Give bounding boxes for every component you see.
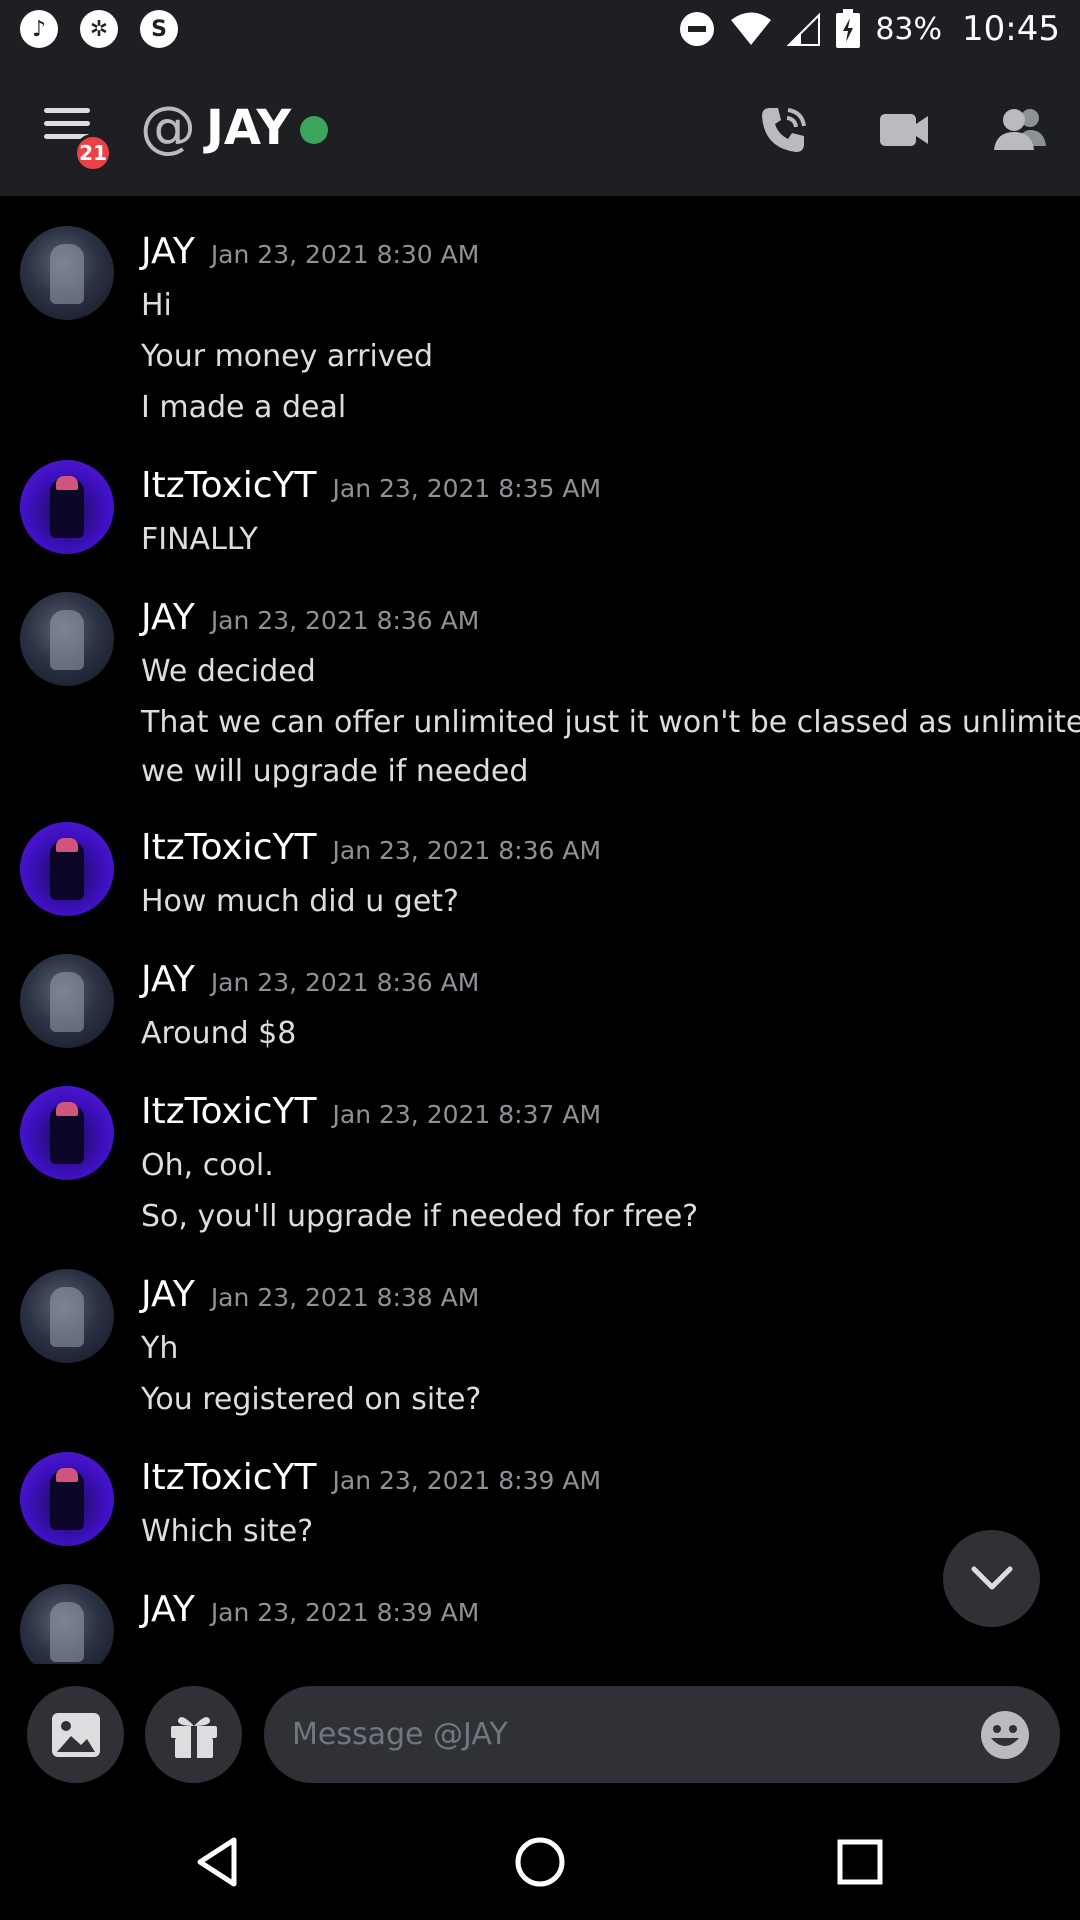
message-text: Which site? — [141, 1514, 314, 1549]
message-text: That we can offer unlimited just it won'… — [141, 705, 1080, 740]
video-call-icon[interactable] — [876, 102, 932, 158]
message-text: Your money arrived — [141, 339, 434, 374]
clock: 10:45 — [962, 9, 1060, 49]
tiktok-icon: ♪ — [20, 10, 58, 48]
wifi-icon — [731, 12, 772, 45]
status-bar: ♪ ✲ S 83% 10:45 — [0, 0, 1080, 58]
message-text: we will upgrade if needed — [141, 754, 529, 789]
status-left: ♪ ✲ S — [20, 10, 178, 48]
author-name[interactable]: JAY — [141, 231, 195, 272]
avatar[interactable] — [20, 1269, 114, 1363]
message-author[interactable]: JAY Jan 23, 2021 8:39 AM — [141, 1588, 479, 1635]
gift-icon — [170, 1716, 217, 1758]
at-icon: @ — [140, 95, 196, 160]
attach-image-button[interactable] — [27, 1686, 124, 1783]
message-text: You registered on site? — [141, 1382, 482, 1417]
message-text: Hi — [141, 288, 172, 323]
message-text: Oh, cool. — [141, 1148, 274, 1183]
signal-icon — [787, 12, 821, 46]
message-list[interactable]: JAY Jan 23, 2021 8:30 AM Hi Your money ar… — [0, 196, 1080, 1664]
message-timestamp: Jan 23, 2021 8:35 AM — [332, 474, 602, 503]
message-timestamp: Jan 23, 2021 8:36 AM — [210, 606, 480, 635]
avatar[interactable] — [20, 1584, 114, 1664]
message-timestamp: Jan 23, 2021 8:30 AM — [210, 240, 480, 269]
message-text: We decided — [141, 654, 316, 689]
author-name[interactable]: ItzToxicYT — [141, 827, 317, 868]
message-author[interactable]: ItzToxicYT Jan 23, 2021 8:39 AM — [141, 1456, 601, 1503]
jump-to-bottom-button[interactable] — [943, 1530, 1040, 1627]
message-timestamp: Jan 23, 2021 8:36 AM — [210, 968, 480, 997]
message-author[interactable]: ItzToxicYT Jan 23, 2021 8:36 AM — [141, 826, 601, 873]
truncated-link[interactable] — [141, 1640, 501, 1648]
hamburger-icon — [44, 108, 90, 113]
voice-call-icon[interactable] — [756, 102, 812, 158]
members-icon[interactable] — [992, 102, 1048, 158]
message-author[interactable]: JAY Jan 23, 2021 8:30 AM — [141, 230, 479, 277]
avatar[interactable] — [20, 460, 114, 554]
message-author[interactable]: JAY Jan 23, 2021 8:36 AM — [141, 958, 479, 1005]
shazam-icon: S — [140, 10, 178, 48]
avatar[interactable] — [20, 592, 114, 686]
message-text: FINALLY — [141, 522, 258, 557]
message-text: How much did u get? — [141, 884, 459, 919]
recents-icon[interactable] — [830, 1832, 890, 1892]
channel-title[interactable]: JAY — [206, 98, 291, 158]
home-icon[interactable] — [510, 1832, 570, 1892]
message-author[interactable]: ItzToxicYT Jan 23, 2021 8:35 AM — [141, 464, 601, 511]
battery-icon — [836, 9, 861, 48]
message-author[interactable]: JAY Jan 23, 2021 8:38 AM — [141, 1273, 479, 1320]
aperture-icon: ✲ — [80, 10, 118, 48]
author-name[interactable]: ItzToxicYT — [141, 1091, 317, 1132]
avatar[interactable] — [20, 954, 114, 1048]
message-timestamp: Jan 23, 2021 8:36 AM — [332, 836, 602, 865]
notification-badge: 21 — [74, 134, 112, 172]
emoji-icon[interactable] — [980, 1710, 1030, 1760]
message-timestamp: Jan 23, 2021 8:39 AM — [332, 1466, 602, 1495]
author-name[interactable]: JAY — [141, 597, 195, 638]
author-name[interactable]: ItzToxicYT — [141, 1457, 317, 1498]
avatar[interactable] — [20, 1452, 114, 1546]
message-timestamp: Jan 23, 2021 8:38 AM — [210, 1283, 480, 1312]
avatar[interactable] — [20, 1086, 114, 1180]
message-input-container — [264, 1686, 1060, 1783]
message-timestamp: Jan 23, 2021 8:37 AM — [332, 1100, 602, 1129]
online-status-icon — [300, 116, 328, 144]
author-name[interactable]: ItzToxicYT — [141, 465, 317, 506]
gift-button[interactable] — [145, 1686, 242, 1783]
chevron-down-icon — [971, 1566, 1012, 1589]
message-text: So, you'll upgrade if needed for free? — [141, 1199, 699, 1234]
message-text: I made a deal — [141, 390, 347, 425]
author-name[interactable]: JAY — [141, 959, 195, 1000]
image-icon — [51, 1712, 100, 1757]
message-text: Yh — [141, 1331, 179, 1366]
channel-header: 21 @ JAY — [0, 58, 1080, 196]
author-name[interactable]: JAY — [141, 1589, 195, 1630]
do-not-disturb-icon — [680, 12, 715, 46]
message-author[interactable]: ItzToxicYT Jan 23, 2021 8:37 AM — [141, 1090, 601, 1137]
android-nav-bar — [0, 1804, 1080, 1920]
back-icon[interactable] — [190, 1832, 250, 1892]
battery-percent: 83% — [875, 11, 943, 47]
message-author[interactable]: JAY Jan 23, 2021 8:36 AM — [141, 596, 479, 643]
avatar[interactable] — [20, 226, 114, 320]
author-name[interactable]: JAY — [141, 1274, 195, 1315]
avatar[interactable] — [20, 822, 114, 916]
message-input[interactable] — [292, 1686, 972, 1783]
message-timestamp: Jan 23, 2021 8:39 AM — [210, 1598, 480, 1627]
message-composer — [0, 1664, 1080, 1804]
message-text: Around $8 — [141, 1016, 297, 1051]
status-right: 83% 10:45 — [679, 9, 1060, 49]
